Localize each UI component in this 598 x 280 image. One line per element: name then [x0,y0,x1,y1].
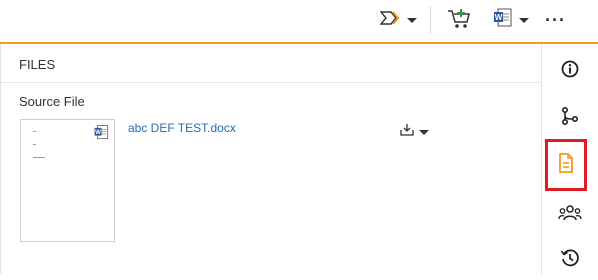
panel-title: FILES [19,57,56,72]
info-icon [561,60,579,83]
chevron-down-icon [519,17,529,23]
document-icon [558,152,574,178]
workflow-dropdown-button[interactable] [379,6,417,34]
users-group-icon [558,204,582,227]
sidebar-item-info[interactable] [550,51,590,91]
add-to-cart-icon [446,6,472,35]
svg-text:W: W [95,129,101,136]
file-name-link[interactable]: abc DEF TEST.docx [128,121,236,135]
word-document-icon: W [93,124,110,146]
workflow-arrows-icon [379,10,402,31]
top-toolbar: W ··· [0,0,598,44]
more-icon: ··· [545,9,566,30]
divider [1,82,541,83]
download-icon [400,123,414,141]
file-thumbnail[interactable]: W [20,119,115,242]
more-options-button[interactable]: ··· [545,6,566,34]
chevron-down-icon [407,17,417,23]
word-options-button[interactable]: W [492,6,529,34]
sidebar-item-history[interactable] [550,240,590,280]
source-file-label: Source File [19,94,85,109]
svg-text:W: W [495,13,503,22]
chevron-down-icon [419,129,429,135]
right-sidebar [542,44,598,274]
sidebar-item-workflow[interactable] [550,98,590,138]
thumbnail-text-line [33,157,45,158]
sidebar-item-files[interactable] [545,139,587,191]
toolbar-divider [430,6,431,34]
word-document-icon: W [492,7,514,34]
history-icon [560,248,580,273]
download-dropdown-button[interactable] [400,123,429,141]
thumbnail-text-line [33,131,36,132]
sidebar-item-users[interactable] [550,195,590,235]
add-to-cart-button[interactable] [446,6,472,34]
thumbnail-text-line [33,144,36,145]
files-panel: FILES Source File W abc DEF TEST.docx [0,44,542,274]
branch-icon [561,106,579,131]
